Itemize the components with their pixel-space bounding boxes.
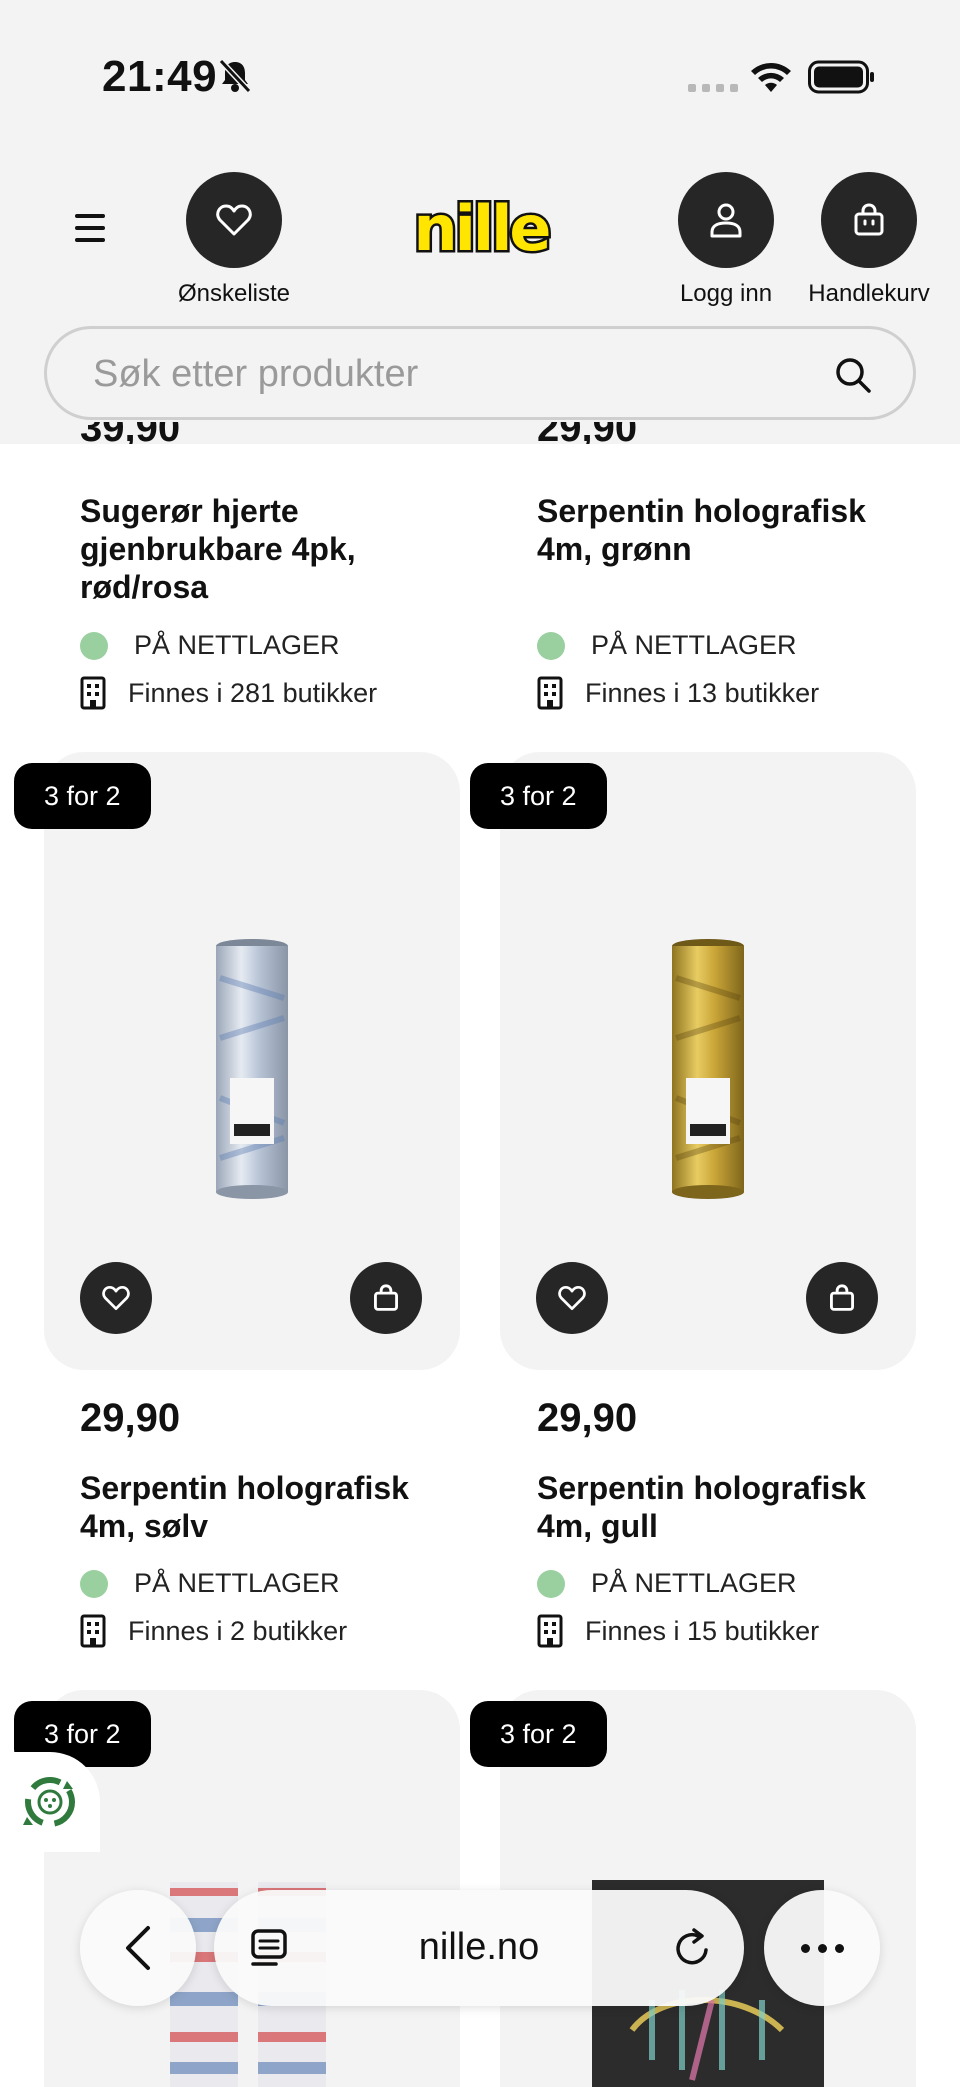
shopping-bag-icon: [374, 1284, 398, 1311]
store-availability[interactable]: Finnes i 15 butikker: [537, 1614, 819, 1648]
product-price: 39,90: [80, 422, 181, 444]
status-time: 21:49: [102, 52, 218, 101]
bell-off-icon: [218, 58, 252, 94]
wifi-icon: [751, 63, 791, 92]
back-button[interactable]: [80, 1890, 196, 2006]
chevron-left-icon: [126, 1926, 150, 1970]
building-icon: [80, 1614, 106, 1648]
address-bar[interactable]: nille.no: [214, 1890, 744, 2006]
add-to-wishlist-button[interactable]: [536, 1262, 608, 1334]
product-price: 29,90: [537, 1396, 638, 1440]
in-stock-dot: [537, 1569, 565, 1598]
recycle-symbol-icon: [23, 1777, 75, 1827]
product-image-serpentin-gold: [672, 939, 744, 1199]
promo-badge: 3 for 2: [470, 763, 607, 829]
add-to-cart-button[interactable]: [350, 1262, 422, 1334]
product-name[interactable]: Serpentin holografisk 4m, sølv: [80, 1469, 420, 1545]
shopping-bag-icon: [830, 1284, 854, 1311]
in-stock-dot: [80, 1569, 108, 1598]
search-placeholder: Søk etter produkter: [93, 353, 419, 395]
stock-status: PÅ NETTLAGER: [537, 630, 797, 661]
search-input[interactable]: Søk etter produkter: [44, 326, 916, 420]
battery-icon: [808, 60, 874, 94]
building-icon: [80, 676, 106, 710]
more-options-button[interactable]: [764, 1890, 880, 2006]
stock-status: PÅ NETTLAGER: [537, 1568, 797, 1599]
wishlist-label: Ønskeliste: [177, 280, 291, 307]
product-name[interactable]: Sugerør hjerte gjenbrukbare 4pk, rød/ros…: [80, 492, 420, 606]
more-dot: [817, 1943, 827, 1953]
heart-icon: [216, 204, 252, 236]
product-image-serpentin-silver: [216, 939, 288, 1199]
search-icon[interactable]: [833, 355, 873, 395]
menu-button[interactable]: [60, 198, 120, 258]
building-icon: [537, 676, 563, 710]
cart-button[interactable]: Handlekurv: [784, 172, 954, 308]
product-price: 29,90: [80, 1396, 181, 1440]
cart-label: Handlekurv: [808, 280, 930, 307]
reload-icon[interactable]: [670, 1926, 714, 1970]
building-icon: [537, 1614, 563, 1648]
add-to-wishlist-button[interactable]: [80, 1262, 152, 1334]
more-dot: [800, 1943, 810, 1953]
product-card[interactable]: [500, 752, 916, 1370]
svg-text:nille: nille: [414, 192, 550, 265]
product-name[interactable]: Serpentin holografisk 4m, gull: [537, 1469, 877, 1545]
user-icon: [710, 203, 742, 238]
store-availability[interactable]: Finnes i 281 butikker: [80, 676, 377, 710]
stock-status: PÅ NETTLAGER: [80, 1568, 340, 1599]
promo-badge: 3 for 2: [470, 1701, 607, 1767]
recycle-icon[interactable]: [0, 1752, 100, 1852]
url-text: nille.no: [418, 1926, 540, 1968]
product-price: 29,90: [537, 422, 638, 444]
store-availability[interactable]: Finnes i 2 butikker: [80, 1614, 347, 1648]
in-stock-dot: [537, 631, 565, 660]
shopping-bag-icon: [854, 203, 884, 236]
heart-icon: [102, 1285, 130, 1311]
product-card[interactable]: [44, 752, 460, 1370]
wishlist-button[interactable]: Ønskeliste: [149, 172, 319, 308]
promo-badge: 3 for 2: [14, 763, 151, 829]
login-label: Logg inn: [679, 280, 773, 307]
site-header: Ønskeliste nille Logg inn Handlekurv Søk…: [0, 150, 960, 444]
product-name[interactable]: Serpentin holografisk 4m, grønn: [537, 492, 877, 568]
more-dot: [834, 1943, 844, 1953]
store-availability[interactable]: Finnes i 13 butikker: [537, 676, 819, 710]
heart-icon: [558, 1285, 586, 1311]
status-bar: 21:49: [0, 0, 960, 150]
in-stock-dot: [80, 631, 108, 660]
add-to-cart-button[interactable]: [806, 1262, 878, 1334]
stock-status: PÅ NETTLAGER: [80, 630, 340, 661]
nille-logo[interactable]: nille: [408, 190, 554, 270]
signal-icon: [688, 84, 738, 92]
